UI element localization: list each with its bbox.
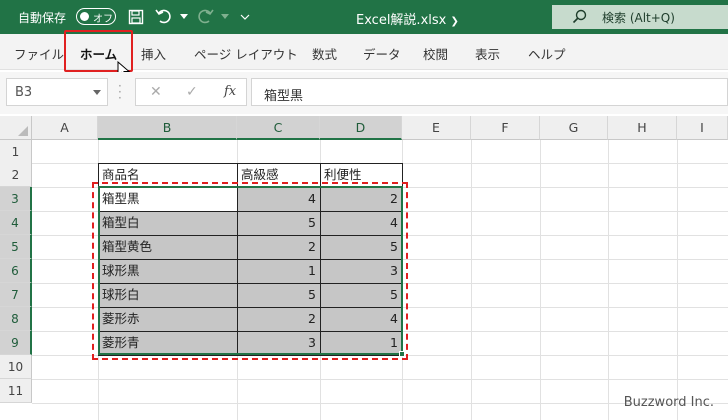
gridline (608, 140, 609, 420)
undo-dropdown-icon[interactable] (173, 6, 195, 28)
column-header-h[interactable]: H (608, 116, 677, 140)
row-header-10[interactable]: 10 (0, 355, 32, 379)
autosave-state: オフ (93, 14, 113, 25)
autosave-label: 自動保存 (18, 11, 67, 25)
select-all-corner[interactable] (0, 116, 32, 140)
column-header-b[interactable]: B (98, 116, 237, 140)
name-box-value: B3 (15, 85, 33, 100)
redo-dropdown-icon[interactable] (214, 6, 236, 28)
customize-qat-icon[interactable] (234, 6, 256, 28)
enter-icon[interactable]: ✓ (186, 84, 198, 100)
gridline (32, 379, 728, 380)
tab-formulas[interactable]: 数式 (312, 44, 337, 63)
name-box[interactable]: B3 (6, 78, 108, 106)
row-header-2[interactable]: 2 (0, 163, 32, 187)
document-title[interactable]: Excel解説.xlsx ❯ (356, 9, 459, 28)
row-header-7[interactable]: 7 (0, 283, 32, 307)
title-bar: 自動保存 オフ Excel解説.xlsx ❯ 検索 (Alt+Q) (0, 0, 728, 34)
row-header-9[interactable]: 9 (0, 331, 32, 355)
row-header-11[interactable]: 11 (0, 379, 32, 403)
row-header-6[interactable]: 6 (0, 259, 32, 283)
redo-icon[interactable] (194, 6, 216, 28)
formula-bar: B3 · · · ✕ ✓ fx 箱型黒 (0, 72, 728, 114)
formula-input[interactable]: 箱型黒 (251, 78, 728, 106)
column-header-a[interactable]: A (32, 116, 98, 140)
tab-view[interactable]: 表示 (475, 44, 500, 63)
column-header-i[interactable]: I (677, 116, 728, 140)
search-placeholder: 検索 (Alt+Q) (602, 11, 675, 25)
highlight-dashed-box-selection (92, 182, 408, 360)
gridline (471, 140, 472, 420)
column-header-g[interactable]: G (540, 116, 608, 140)
document-title-text: Excel解説.xlsx (356, 13, 447, 28)
tab-review[interactable]: 校閲 (423, 44, 448, 63)
tab-data[interactable]: データ (363, 44, 401, 63)
save-icon[interactable] (125, 6, 147, 28)
tab-help[interactable]: ヘルプ (528, 44, 566, 63)
row-header-5[interactable]: 5 (0, 235, 32, 259)
column-header-e[interactable]: E (402, 116, 471, 140)
tab-insert[interactable]: 挿入 (141, 44, 166, 63)
search-icon (572, 9, 587, 24)
name-box-dropdown-icon[interactable] (93, 90, 101, 95)
formula-bar-grip-icon[interactable]: · · · (118, 80, 122, 104)
gridline (540, 140, 541, 420)
row-header-8[interactable]: 8 (0, 307, 32, 331)
autosave-toggle[interactable]: オフ (76, 8, 116, 25)
title-chevron-icon: ❯ (450, 16, 459, 27)
undo-icon[interactable] (153, 6, 175, 28)
toggle-knob (80, 11, 89, 21)
row-header-4[interactable]: 4 (0, 211, 32, 235)
cancel-icon[interactable]: ✕ (150, 84, 162, 100)
watermark: Buzzword Inc. (623, 395, 714, 410)
column-header-c[interactable]: C (237, 116, 320, 140)
column-header-f[interactable]: F (471, 116, 540, 140)
row-header-3[interactable]: 3 (0, 187, 32, 211)
search-box[interactable]: 検索 (Alt+Q) (552, 5, 728, 29)
gridline (677, 140, 678, 420)
tab-file[interactable]: ファイル (14, 44, 64, 63)
column-header-d[interactable]: D (320, 116, 402, 140)
formula-buttons: ✕ ✓ fx (135, 78, 247, 106)
row-header-1[interactable]: 1 (0, 140, 32, 164)
formula-input-value: 箱型黒 (264, 89, 304, 104)
insert-function-icon[interactable]: fx (224, 84, 236, 99)
tab-page-layout[interactable]: ページ レイアウト (194, 44, 298, 63)
